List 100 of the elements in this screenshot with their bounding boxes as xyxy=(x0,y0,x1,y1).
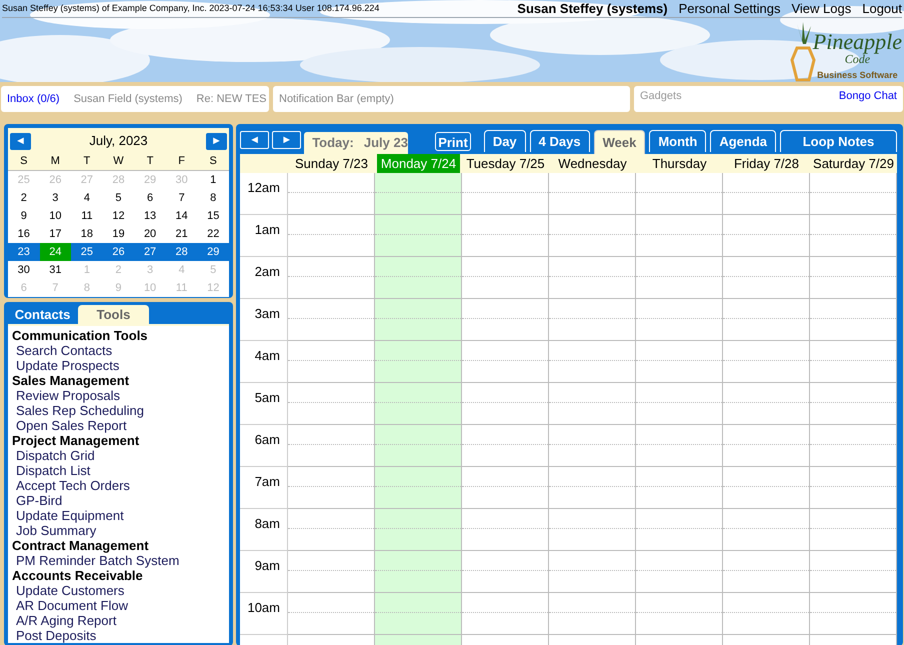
time-slot[interactable] xyxy=(462,509,549,551)
time-slot[interactable] xyxy=(462,551,549,593)
day-cell[interactable]: 5 xyxy=(102,189,134,207)
time-slot[interactable] xyxy=(723,257,810,299)
time-slot[interactable] xyxy=(810,341,897,383)
time-slot[interactable] xyxy=(723,593,810,635)
time-slot[interactable] xyxy=(636,383,723,425)
time-slot[interactable] xyxy=(462,299,549,341)
header-link[interactable]: View Logs xyxy=(791,0,852,18)
view-tab[interactable]: 4 Days xyxy=(530,130,590,152)
side-tab[interactable]: Tools xyxy=(78,305,149,324)
time-slot[interactable] xyxy=(810,467,897,509)
day-cell[interactable]: 10 xyxy=(40,207,72,225)
time-slot[interactable] xyxy=(636,467,723,509)
time-slot[interactable] xyxy=(462,467,549,509)
day-cell[interactable]: 18 xyxy=(71,225,103,243)
day-cell[interactable]: 23 xyxy=(8,243,40,261)
time-slot[interactable] xyxy=(462,383,549,425)
time-slot[interactable] xyxy=(723,467,810,509)
time-slot[interactable] xyxy=(723,509,810,551)
time-slot[interactable] xyxy=(462,257,549,299)
time-slot[interactable] xyxy=(375,173,462,215)
side-tab[interactable]: Contacts xyxy=(7,305,78,324)
tool-link[interactable]: Update Customers xyxy=(12,583,124,598)
day-cell[interactable]: 21 xyxy=(166,225,198,243)
week-row[interactable]: 30 31 1 2 3 4 5 xyxy=(8,261,229,279)
day-header[interactable]: Thursday xyxy=(648,154,711,174)
tool-link[interactable]: Dispatch List xyxy=(12,463,90,478)
time-slot[interactable] xyxy=(636,299,723,341)
time-slot[interactable] xyxy=(375,425,462,467)
time-slot[interactable] xyxy=(549,383,636,425)
view-tab[interactable]: Week xyxy=(594,130,646,154)
tool-link[interactable]: Review Proposals xyxy=(12,388,120,403)
time-slot[interactable] xyxy=(549,257,636,299)
print-button[interactable]: Print xyxy=(435,132,471,151)
day-cell[interactable]: 17 xyxy=(40,225,72,243)
day-cell[interactable]: 4 xyxy=(71,189,103,207)
tool-link[interactable]: Job Summary xyxy=(12,523,96,538)
time-slot[interactable] xyxy=(636,551,723,593)
week-row[interactable]: 9 10 11 12 13 14 15 xyxy=(8,207,229,225)
time-slot[interactable] xyxy=(375,215,462,257)
time-slot[interactable] xyxy=(636,215,723,257)
week-row[interactable]: 16 17 18 19 20 21 22 xyxy=(8,225,229,243)
time-slot[interactable] xyxy=(810,173,897,215)
day-cell[interactable]: 27 xyxy=(134,243,166,261)
chat-link[interactable]: Bongo Chat xyxy=(838,88,897,104)
day-cell[interactable]: 16 xyxy=(8,225,40,243)
tool-link[interactable]: A/R Aging Report xyxy=(12,613,116,628)
day-cell[interactable]: 15 xyxy=(197,207,229,225)
day-cell[interactable]: 29 xyxy=(197,243,229,261)
header-link[interactable]: Personal Settings xyxy=(678,0,780,18)
tool-link[interactable]: AR Document Flow xyxy=(12,598,128,613)
day-cell[interactable]: 12 xyxy=(102,207,134,225)
time-slot[interactable] xyxy=(462,215,549,257)
time-slot[interactable] xyxy=(375,593,462,635)
time-slot[interactable] xyxy=(636,173,723,215)
time-slot[interactable] xyxy=(810,593,897,635)
day-header[interactable]: Wednesday xyxy=(554,154,631,174)
time-slot[interactable] xyxy=(375,509,462,551)
tool-link[interactable]: Dispatch Grid xyxy=(12,448,95,463)
time-slot[interactable] xyxy=(375,341,462,383)
view-tab[interactable]: Month xyxy=(649,130,706,152)
time-slot[interactable] xyxy=(462,173,549,215)
day-cell[interactable]: 26 xyxy=(102,243,134,261)
time-slot[interactable] xyxy=(723,341,810,383)
time-slot[interactable] xyxy=(549,467,636,509)
tool-link[interactable]: PM Reminder Batch System xyxy=(12,553,180,568)
time-slot[interactable] xyxy=(549,509,636,551)
time-slot[interactable] xyxy=(462,425,549,467)
day-header[interactable]: Sunday 7/23 xyxy=(290,154,372,174)
prev-week-button[interactable]: ◄ xyxy=(240,131,270,149)
time-slot[interactable] xyxy=(636,593,723,635)
time-slot[interactable] xyxy=(723,299,810,341)
time-slot[interactable] xyxy=(810,509,897,551)
next-week-button[interactable]: ► xyxy=(272,131,302,149)
time-slot[interactable] xyxy=(375,467,462,509)
tool-link[interactable]: Search Contacts xyxy=(12,343,112,358)
header-link[interactable]: Logout xyxy=(862,0,902,18)
day-cell[interactable]: 30 xyxy=(8,261,40,279)
time-slot[interactable] xyxy=(810,425,897,467)
tool-link[interactable]: Sales Rep Scheduling xyxy=(12,403,144,418)
time-slot[interactable] xyxy=(549,425,636,467)
day-cell[interactable]: 19 xyxy=(102,225,134,243)
time-slot[interactable] xyxy=(810,257,897,299)
time-slot[interactable] xyxy=(375,383,462,425)
week-row[interactable]: 2 3 4 5 6 7 8 xyxy=(8,189,229,207)
day-cell[interactable]: 7 xyxy=(166,189,198,207)
time-slot[interactable] xyxy=(462,593,549,635)
tool-link[interactable]: Open Sales Report xyxy=(12,418,127,433)
time-slot[interactable] xyxy=(810,383,897,425)
day-header[interactable]: Tuesday 7/25 xyxy=(462,154,549,174)
time-slot[interactable] xyxy=(636,509,723,551)
day-cell[interactable]: 6 xyxy=(134,189,166,207)
time-slot[interactable] xyxy=(462,341,549,383)
time-slot[interactable] xyxy=(810,299,897,341)
time-slot[interactable] xyxy=(723,551,810,593)
day-header[interactable]: Saturday 7/29 xyxy=(809,154,898,174)
time-slot[interactable] xyxy=(723,425,810,467)
time-slot[interactable] xyxy=(810,215,897,257)
day-cell[interactable]: 14 xyxy=(166,207,198,225)
